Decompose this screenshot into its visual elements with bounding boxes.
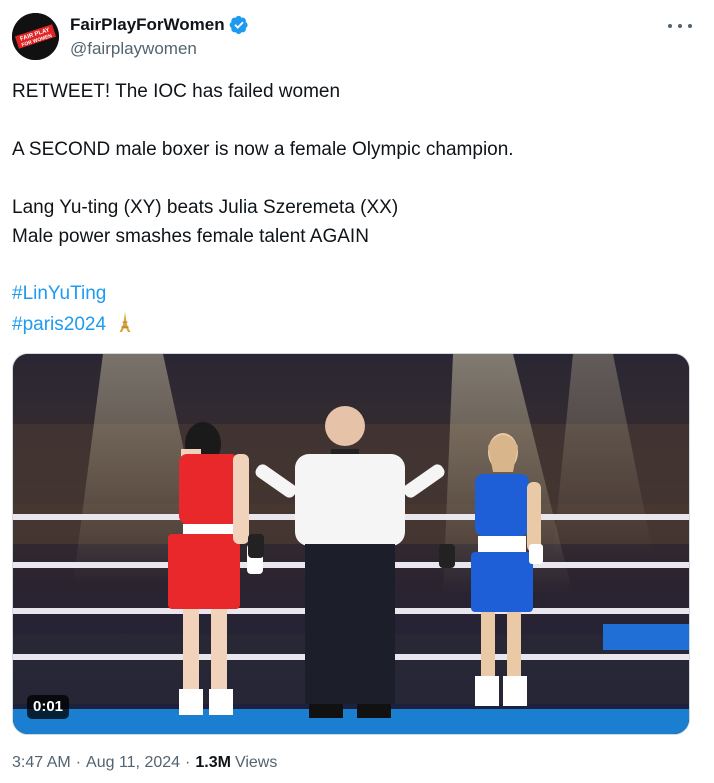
meta-separator: · — [75, 754, 82, 771]
meta-separator: · — [185, 754, 191, 771]
video-frame — [13, 354, 689, 734]
tweet-time[interactable]: 3:47 AM — [12, 754, 71, 772]
dot-icon — [688, 24, 692, 28]
tweet-text-line-2: A SECOND male boxer is now a female Olym… — [12, 139, 514, 160]
hashtag-linyuting[interactable]: #LinYuTing — [12, 282, 106, 306]
avatar[interactable]: FAIR PLAY FOR WOMEN — [12, 13, 59, 60]
views-label: Views — [234, 754, 278, 771]
video-timer: 0:01 — [27, 695, 70, 719]
dot-icon — [668, 24, 672, 28]
tweet: FAIR PLAY FOR WOMEN FairPlayForWomen @fa… — [0, 0, 714, 783]
eiffel-tower-icon — [119, 312, 131, 332]
author-handle[interactable]: @fairplaywomen — [70, 39, 197, 59]
tweet-meta: 3:47 AM · Aug 11, 2024 · 1.3M Views — [12, 754, 277, 772]
tweet-date[interactable]: Aug 11, 2024 — [86, 754, 180, 772]
hashtag-row: #paris2024 — [12, 311, 133, 337]
more-options-icon[interactable] — [668, 16, 692, 36]
tweet-text-line-3: Lang Yu-ting (XY) beats Julia Szeremeta … — [12, 197, 399, 218]
tweet-text-line-1: RETWEET! The IOC has failed women — [12, 81, 341, 102]
verified-badge-icon — [229, 15, 248, 34]
hashtag-paris2024[interactable]: #paris2024 — [12, 314, 106, 335]
tweet-text-line-4: Male power smashes female talent AGAIN — [12, 226, 369, 247]
display-name[interactable]: FairPlayForWomen — [70, 15, 225, 35]
avatar-logo-icon: FAIR PLAY FOR WOMEN — [12, 13, 59, 60]
views-count: 1.3M — [195, 754, 231, 771]
video-player[interactable] — [12, 353, 690, 735]
author-name-row[interactable]: FairPlayForWomen — [70, 14, 249, 36]
dot-icon — [678, 24, 682, 28]
